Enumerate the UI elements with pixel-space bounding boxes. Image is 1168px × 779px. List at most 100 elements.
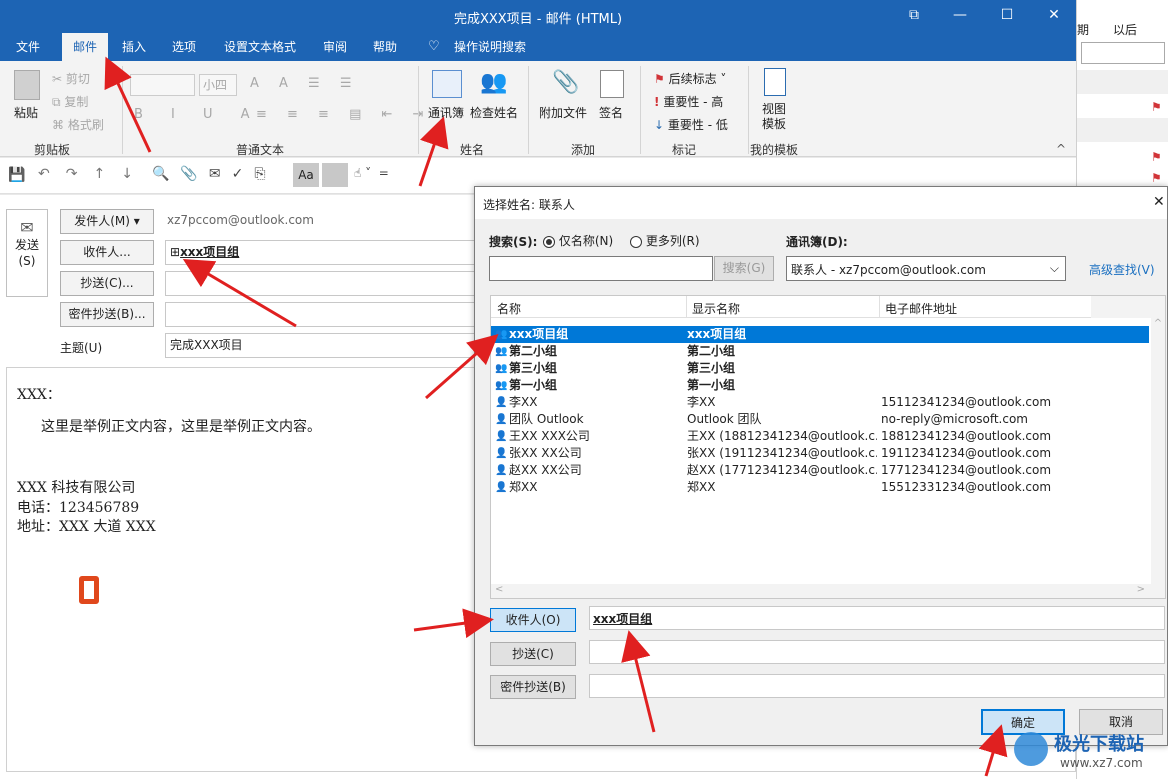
touch-mode-icon[interactable]: ☝ ˅ = — [354, 166, 389, 180]
follow-up-button[interactable]: ⚑ 后续标志 ˅ — [654, 70, 726, 87]
person-icon: 👤 — [495, 465, 508, 476]
to-button[interactable]: 收件人... — [60, 240, 154, 265]
copy-button[interactable]: ⧉ 复制 — [52, 93, 88, 110]
format-painter-button[interactable]: ⌘ 格式刷 — [52, 116, 104, 133]
minimize-button[interactable]: — — [946, 4, 974, 26]
contact-name: 第一小组 — [509, 378, 558, 392]
to-field[interactable]: ⊞xxx项目组 — [165, 240, 485, 265]
signature-icon[interactable] — [600, 70, 624, 98]
contact-display-name: 李XX — [687, 395, 716, 409]
contact-row[interactable]: 👤 王XX XXX公司 王XX (18812341234@outlook.c... 1… — [491, 428, 1149, 445]
subject-field[interactable]: 完成XXX项目 — [165, 333, 485, 358]
flag-icon[interactable]: ⚑ — [1151, 171, 1162, 185]
to-button[interactable]: 收件人(O) — [490, 608, 576, 632]
address-book-select[interactable]: 联系人 - xz7pccom@outlook.com ⌵ — [786, 256, 1066, 281]
undo-redo-icons[interactable]: ↶↷↑↓ — [38, 166, 149, 182]
cc-button[interactable]: 抄送(C)... — [60, 271, 154, 296]
tab-insert[interactable]: 插入 — [116, 33, 152, 61]
divider — [528, 66, 529, 154]
font-name-select[interactable] — [130, 74, 195, 96]
attach-file-button[interactable]: 附加文件 — [539, 104, 587, 121]
font-grow-shrink[interactable]: A A ☰ ☰ — [250, 76, 360, 91]
person-icon: 👤 — [495, 414, 508, 425]
check-names-button[interactable]: 检查姓名 — [470, 104, 518, 121]
tell-me-search[interactable]: 操作说明搜索 — [448, 33, 532, 61]
to-recipients-field[interactable]: xxx项目组 — [589, 606, 1165, 630]
tab-review[interactable]: 审阅 — [317, 33, 353, 61]
tab-mail[interactable]: 邮件 — [62, 33, 108, 61]
signature-button[interactable]: 签名 — [599, 104, 623, 121]
font-size-select[interactable]: 小四 — [199, 74, 237, 96]
qat-tool-icons[interactable]: 🔍📎✉✓⎘ — [152, 166, 277, 182]
panel-divider — [1077, 70, 1168, 94]
paragraph-icon[interactable] — [322, 163, 348, 187]
scissors-icon: ✂ — [52, 72, 63, 86]
close-button[interactable]: ✕ — [1040, 4, 1068, 26]
panel-search-box[interactable] — [1081, 42, 1165, 64]
column-name[interactable]: 名称 — [497, 300, 521, 317]
contact-row[interactable]: 👥 第二小组 第二小组 — [491, 343, 1149, 360]
cc-field[interactable] — [165, 271, 485, 296]
flag-icon[interactable]: ⚑ — [1151, 100, 1162, 114]
alignment-buttons[interactable]: ≡ ≡ ≡ ▤ ⇤ ⇥ — [256, 107, 431, 122]
contact-row[interactable]: 👤 赵XX XX公司 赵XX (17712341234@outlook.c... 17… — [491, 462, 1149, 479]
paste-icon[interactable] — [14, 70, 40, 100]
paperclip-icon[interactable]: 📎 — [552, 70, 579, 95]
contact-row[interactable]: 👤 李XX 李XX 15112341234@outlook.com — [491, 394, 1149, 411]
bold-italic-underline[interactable]: B I U A — [134, 107, 262, 122]
radio-more-columns[interactable]: 更多列(R) — [630, 232, 700, 249]
paste-button[interactable]: 粘贴 — [14, 104, 38, 121]
low-importance-button[interactable]: ↓ 重要性 - 低 — [654, 116, 728, 133]
cc-button[interactable]: 抄送(C) — [490, 642, 576, 666]
collapse-ribbon-icon[interactable]: ^ — [1056, 142, 1066, 156]
bcc-recipients-field[interactable] — [589, 674, 1165, 698]
contact-display-name: 第一小组 — [687, 378, 736, 392]
maximize-button[interactable]: ☐ — [993, 4, 1021, 26]
contacts-list[interactable]: 名称 显示名称 电子邮件地址 👥 xxx项目组 xxx项目组 👥 第二小组 第二小组 👥 第三… — [490, 295, 1166, 599]
body-paragraph: 这里是举例正文内容，这里是举例正文内容。 — [41, 419, 321, 435]
tab-format-text[interactable]: 设置文本格式 — [218, 33, 302, 61]
dialog-close-icon[interactable]: ✕ — [1153, 194, 1165, 210]
search-input[interactable] — [489, 256, 713, 281]
cut-button[interactable]: ✂ 剪切 — [52, 70, 90, 87]
high-importance-button[interactable]: ! 重要性 - 高 — [654, 93, 723, 110]
flag-icon[interactable]: ⚑ — [1151, 150, 1162, 164]
signature-phone: 电话：123456789 — [17, 500, 140, 516]
bcc-button[interactable]: 密件抄送(B)... — [60, 302, 154, 327]
contact-row[interactable]: 👤 郑XX 郑XX 15512331234@outlook.com — [491, 479, 1149, 496]
tab-options[interactable]: 选项 — [166, 33, 202, 61]
contact-row[interactable]: 👤 张XX XX公司 张XX (19112341234@outlook.c... 19… — [491, 445, 1149, 462]
view-templates-button[interactable]: 视图 模板 — [762, 102, 786, 132]
address-book-icon[interactable] — [432, 70, 462, 98]
save-icon[interactable]: 💾 — [8, 167, 25, 183]
contact-row[interactable]: 👥 第一小组 第一小组 — [491, 377, 1149, 394]
send-button[interactable]: ✉ 发送 (S) — [6, 209, 48, 297]
radio-name-only[interactable]: 仅名称(N) — [543, 232, 613, 249]
tab-help[interactable]: 帮助 — [367, 33, 403, 61]
search-button[interactable]: 搜索(G) — [714, 256, 774, 281]
contact-row[interactable]: 👥 第三小组 第三小组 — [491, 360, 1149, 377]
check-names-icon[interactable]: 👥 — [480, 70, 510, 98]
column-display-name[interactable]: 显示名称 — [692, 300, 740, 317]
vertical-scrollbar[interactable]: ^ — [1151, 318, 1165, 584]
bcc-button[interactable]: 密件抄送(B) — [490, 675, 576, 699]
from-button[interactable]: 发件人(M) ▾ — [60, 209, 154, 234]
contact-email: 15512331234@outlook.com — [881, 480, 1052, 494]
styles-icon[interactable]: Aa — [293, 163, 319, 187]
contact-row[interactable]: 👥 xxx项目组 xxx项目组 — [491, 326, 1149, 343]
contact-name: 张XX XX公司 — [509, 446, 582, 460]
menu-bar: 文件 邮件 插入 选项 设置文本格式 审阅 帮助 ♡ 操作说明搜索 — [0, 33, 1076, 61]
bcc-field[interactable] — [165, 302, 485, 327]
divider — [122, 66, 123, 154]
contact-row[interactable]: 👤 团队 Outlook Outlook 团队 no-reply@microsoft.… — [491, 411, 1149, 428]
column-email[interactable]: 电子邮件地址 — [885, 300, 957, 317]
tab-file[interactable]: 文件 — [10, 33, 46, 61]
restore-layout-icon[interactable]: ⧉ — [900, 4, 928, 26]
address-book-button[interactable]: 通讯簿 — [428, 104, 464, 121]
cc-recipients-field[interactable] — [589, 640, 1165, 664]
dialog-titlebar — [475, 187, 1167, 219]
group-clipboard: 剪贴板 — [34, 143, 71, 157]
advanced-find-link[interactable]: 高级查找(V) — [1089, 261, 1155, 278]
template-icon[interactable] — [764, 68, 786, 96]
horizontal-scrollbar[interactable]: < > — [491, 584, 1165, 598]
